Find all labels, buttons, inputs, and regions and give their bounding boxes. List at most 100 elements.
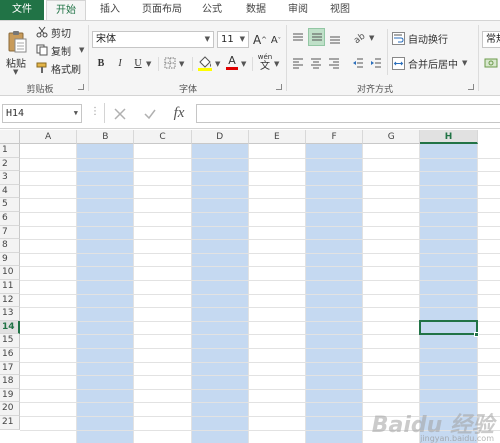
column-header-g[interactable]: G: [363, 130, 421, 144]
align-center-button[interactable]: [309, 55, 323, 71]
fill-handle[interactable]: [473, 332, 479, 338]
tab-view[interactable]: 视图: [322, 0, 358, 20]
decrease-indent-button[interactable]: [351, 55, 365, 71]
column-header-d[interactable]: D: [191, 130, 249, 144]
align-right-button[interactable]: [327, 55, 341, 71]
column-header-c[interactable]: C: [134, 130, 192, 144]
row-header-13[interactable]: 13: [0, 307, 20, 321]
fill-color-button[interactable]: [197, 54, 213, 72]
tab-insert[interactable]: 插入: [92, 0, 128, 20]
phonetic-label: wén: [257, 52, 273, 61]
row-header-8[interactable]: 8: [0, 239, 20, 253]
spreadsheet-grid[interactable]: A B C D E F G H 1 2 3 4 5 6 7 8 9 10 11 12 13 14 15 16 17 18 19 20 2…: [0, 130, 500, 443]
gridline-column: [190, 144, 192, 443]
tab-review[interactable]: 审阅: [280, 0, 316, 20]
number-format-value: 常规: [486, 34, 500, 45]
number-format-combo[interactable]: 常规: [482, 31, 500, 48]
phonetic-dropdown-icon[interactable]: ▼: [274, 60, 279, 68]
row-header-4[interactable]: 4: [0, 184, 20, 199]
align-left-button[interactable]: [291, 55, 305, 71]
italic-button[interactable]: I: [114, 56, 126, 70]
align-bottom-button[interactable]: [328, 30, 342, 46]
svg-text:ab: ab: [352, 31, 366, 44]
grow-font-icon: A: [252, 32, 262, 47]
row-header-15[interactable]: 15: [0, 334, 20, 348]
tab-data[interactable]: 数据: [238, 0, 274, 20]
row-header-12[interactable]: 12: [0, 293, 20, 308]
paste-button[interactable]: [4, 25, 30, 59]
gridline-column: [419, 144, 421, 443]
active-cell[interactable]: [419, 319, 478, 336]
select-all-corner[interactable]: [0, 130, 20, 144]
row-header-9[interactable]: 9: [0, 252, 20, 267]
confirm-entry-button[interactable]: [140, 104, 160, 123]
gridline-row: [20, 280, 500, 281]
font-size-combo[interactable]: 11 ▼: [217, 31, 249, 48]
row-header-1[interactable]: 1: [0, 144, 20, 158]
name-box[interactable]: H14 ▼: [2, 104, 82, 123]
bold-button[interactable]: B: [95, 56, 107, 70]
more-options-icon[interactable]: ⋮: [90, 106, 100, 117]
decrease-indent-icon: [353, 58, 363, 68]
font-name-combo[interactable]: 宋体 ▼: [92, 31, 214, 48]
underline-dropdown-icon[interactable]: ▼: [146, 60, 151, 68]
row-header-20[interactable]: 20: [0, 402, 20, 416]
merge-center-button[interactable]: 合并后居中 ▼: [392, 55, 467, 71]
chevron-down-icon: ▼: [73, 109, 78, 117]
row-header-16[interactable]: 16: [0, 348, 20, 362]
column-header-b[interactable]: B: [77, 130, 135, 144]
align-top-button[interactable]: [291, 30, 305, 46]
phonetic-button[interactable]: wén 文: [257, 52, 273, 72]
column-header-e[interactable]: E: [248, 130, 306, 144]
alignment-launcher-icon[interactable]: [468, 84, 474, 90]
divider: [158, 57, 159, 71]
orientation-button[interactable]: ab: [351, 29, 367, 45]
fill-color-dropdown-icon[interactable]: ▼: [215, 60, 220, 68]
row-header-3[interactable]: 3: [0, 171, 20, 185]
wrap-text-button[interactable]: 自动换行: [392, 30, 448, 46]
tab-page-layout[interactable]: 页面布局: [134, 0, 190, 20]
column-header-f[interactable]: F: [306, 130, 364, 144]
grow-font-button[interactable]: A ^: [253, 31, 267, 48]
row-header-17[interactable]: 17: [0, 361, 20, 376]
formula-input[interactable]: [196, 104, 500, 123]
column-header-h[interactable]: H: [420, 130, 478, 144]
tab-file[interactable]: 文件: [0, 0, 44, 20]
format-painter-button[interactable]: 格式刷: [36, 61, 81, 76]
shrink-font-button[interactable]: Aˇ: [270, 33, 282, 48]
align-bottom-icon: [330, 36, 340, 44]
row-header-5[interactable]: 5: [0, 198, 20, 212]
accounting-format-button[interactable]: [484, 55, 498, 71]
tab-home[interactable]: 开始: [46, 0, 86, 21]
underline-button[interactable]: U: [132, 56, 144, 70]
insert-function-button[interactable]: fx: [168, 103, 190, 123]
font-color-dropdown-icon[interactable]: ▼: [241, 60, 246, 68]
row-header-21[interactable]: 21: [0, 416, 20, 430]
row-header-6[interactable]: 6: [0, 212, 20, 226]
row-header-10[interactable]: 10: [0, 266, 20, 280]
tab-formulas[interactable]: 公式: [194, 0, 230, 20]
borders-dropdown-icon[interactable]: ▼: [179, 60, 184, 68]
increase-indent-button[interactable]: [369, 55, 383, 71]
clipboard-launcher-icon[interactable]: [78, 84, 84, 90]
row-header-11[interactable]: 11: [0, 280, 20, 294]
row-header-19[interactable]: 19: [0, 388, 20, 403]
column-header-a[interactable]: A: [20, 130, 78, 144]
row-header-2[interactable]: 2: [0, 157, 20, 172]
row-header-14[interactable]: 14: [0, 320, 20, 335]
merge-dropdown-icon[interactable]: ▼: [462, 59, 467, 67]
cancel-entry-button[interactable]: [110, 104, 130, 123]
orientation-dropdown-icon[interactable]: ▼: [369, 34, 374, 42]
font-color-swatch: [226, 66, 238, 70]
paste-dropdown-icon[interactable]: ▼: [13, 68, 18, 76]
borders-button[interactable]: [163, 56, 177, 70]
copy-button[interactable]: 复制 ▼: [36, 43, 84, 58]
align-middle-button[interactable]: [308, 28, 325, 46]
copy-dropdown-icon[interactable]: ▼: [79, 46, 84, 54]
row-header-7[interactable]: 7: [0, 225, 20, 240]
row-header-18[interactable]: 18: [0, 375, 20, 389]
font-launcher-icon[interactable]: [276, 84, 282, 90]
font-color-button[interactable]: A: [225, 53, 239, 71]
cut-button[interactable]: 剪切: [36, 25, 71, 40]
phonetic-icon: 文: [260, 60, 270, 72]
